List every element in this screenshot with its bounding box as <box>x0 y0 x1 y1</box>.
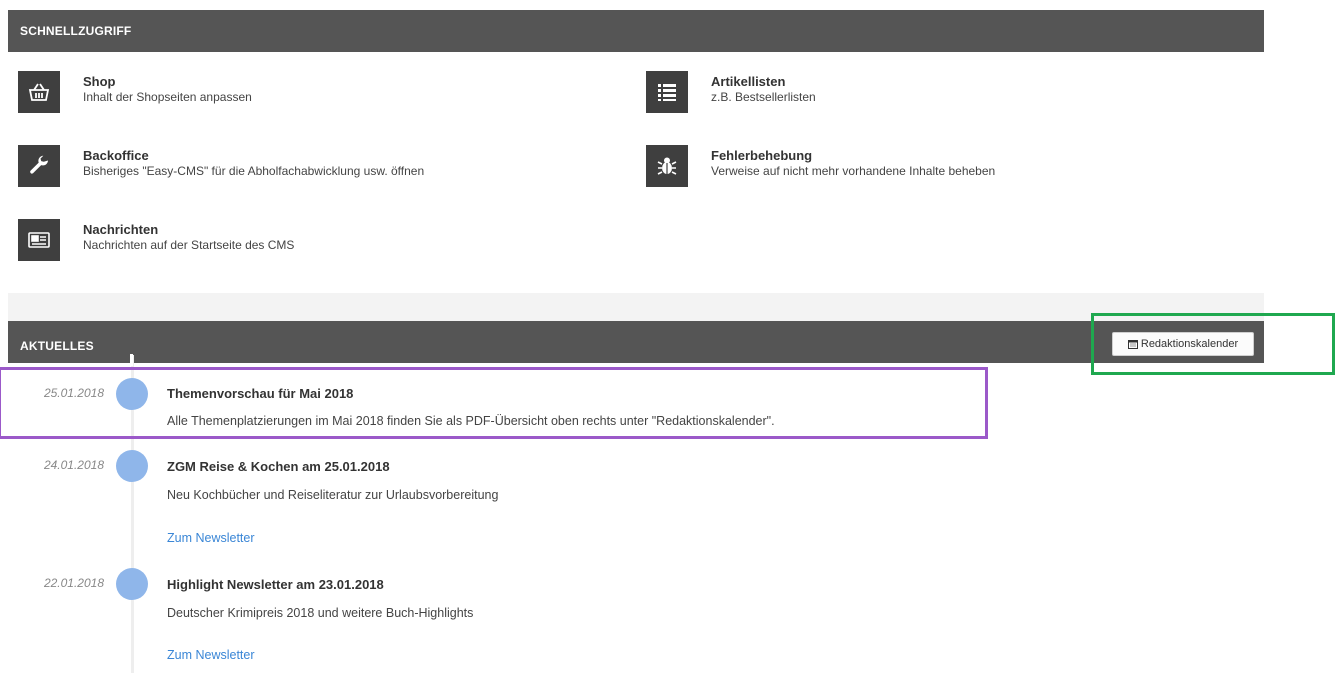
quick-item-title: Artikellisten <box>711 74 786 89</box>
shopping-basket-icon <box>18 71 60 113</box>
news-title: Highlight Newsletter am 23.01.2018 <box>167 577 384 592</box>
timeline-dot <box>116 568 148 600</box>
news-entry: 22.01.2018 Highlight Newsletter am 23.01… <box>0 567 1000 673</box>
news-date: 22.01.2018 <box>43 576 104 590</box>
quick-item-title: Backoffice <box>83 148 149 163</box>
quick-item-shop[interactable]: Shop Inhalt der Shopseiten anpassen <box>18 71 252 113</box>
bug-icon <box>646 145 688 187</box>
highlight-box-entry <box>0 367 988 439</box>
news-entry: 24.01.2018 ZGM Reise & Kochen am 25.01.2… <box>0 450 1000 550</box>
quick-item-desc: Nachrichten auf der Startseite des CMS <box>83 238 295 252</box>
quick-item-desc: Verweise auf nicht mehr vorhandene Inhal… <box>711 164 996 178</box>
quick-item-title: Nachrichten <box>83 222 159 237</box>
list-icon <box>646 71 688 113</box>
quick-item-title: Shop <box>83 74 116 89</box>
section-separator <box>8 293 1264 321</box>
quick-item-backoffice[interactable]: Backoffice Bisheriges "Easy-CMS" für die… <box>18 145 424 187</box>
newsletter-link[interactable]: Zum Newsletter <box>167 531 255 545</box>
quick-item-desc: z.B. Bestsellerlisten <box>711 90 816 104</box>
quick-access-header: SCHNELLZUGRIFF <box>8 10 1264 52</box>
wrench-icon <box>18 145 60 187</box>
quick-item-fehlerbehebung[interactable]: Fehlerbehebung Verweise auf nicht mehr v… <box>646 145 995 187</box>
timeline-dot <box>116 450 148 482</box>
news-text: Neu Kochbücher und Reiseliteratur zur Ur… <box>167 488 499 502</box>
highlight-box-calendar <box>1091 313 1335 375</box>
news-date: 24.01.2018 <box>43 458 104 472</box>
news-title: ZGM Reise & Kochen am 25.01.2018 <box>167 459 390 474</box>
quick-item-nachrichten[interactable]: Nachrichten Nachrichten auf der Startsei… <box>18 219 294 261</box>
news-text: Deutscher Krimipreis 2018 und weitere Bu… <box>167 606 474 620</box>
quick-item-title: Fehlerbehebung <box>711 148 813 163</box>
news-header: AKTUELLES <box>8 321 1264 363</box>
newspaper-icon <box>18 219 60 261</box>
quick-item-artikellisten[interactable]: Artikellisten z.B. Bestsellerlisten <box>646 71 816 113</box>
quick-item-desc: Inhalt der Shopseiten anpassen <box>83 90 252 104</box>
timeline-tick <box>130 354 133 366</box>
newsletter-link[interactable]: Zum Newsletter <box>167 648 255 662</box>
quick-item-desc: Bisheriges "Easy-CMS" für die Abholfacha… <box>83 164 425 178</box>
